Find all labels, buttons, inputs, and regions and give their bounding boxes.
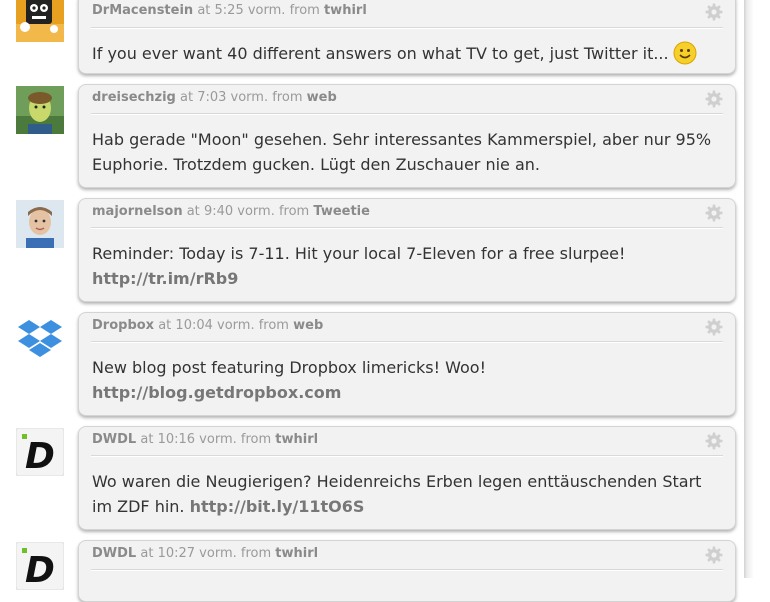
tweet-meta: Dropbox at 10:04 vorm. from web	[92, 318, 323, 333]
tweet-bubble: Dropbox at 10:04 vorm. from web New blog…	[78, 312, 736, 416]
tweet-source[interactable]: twhirl	[275, 546, 318, 561]
dwdl-logo-icon[interactable]: D	[16, 542, 64, 590]
tweet-source[interactable]: twhirl	[324, 3, 367, 18]
tweet-from: from	[272, 90, 303, 105]
gear-icon[interactable]	[705, 90, 723, 108]
tweet-time: 10:04 vorm.	[175, 318, 255, 333]
tweet-meta: majornelson at 9:40 vorm. from Tweetie	[92, 204, 370, 219]
tweet-source[interactable]: twhirl	[275, 432, 318, 447]
tweet-text: If you ever want 40 different answers on…	[92, 44, 669, 63]
tweet-source[interactable]: web	[293, 318, 323, 333]
tweet-text-block: If you ever want 40 different answers on…	[92, 41, 725, 66]
divider	[91, 341, 723, 342]
tweet-time: 5:25 vorm.	[214, 3, 286, 18]
divider	[91, 227, 723, 228]
tweet-username[interactable]: DWDL	[92, 546, 136, 561]
tweet-username[interactable]: Dropbox	[92, 318, 154, 333]
tweet-link[interactable]: http://tr.im/rRb9	[92, 269, 238, 288]
tweet-from: from	[289, 3, 320, 18]
tweet-from: from	[278, 204, 310, 219]
tweet-bubble: DrMacenstein at 5:25 vorm. from twhirl I…	[78, 0, 736, 74]
divider	[91, 27, 723, 28]
tweet-time: 9:40 vorm.	[203, 204, 275, 219]
tweet-meta: dreisechzig at 7:03 vorm. from web	[92, 90, 337, 105]
tweet-from: from	[240, 546, 272, 561]
tweet-link[interactable]: http://bit.ly/11tO6S	[190, 497, 365, 516]
tweet-meta: DWDL at 10:27 vorm. from twhirl	[92, 546, 318, 561]
tweet-username[interactable]: majornelson	[92, 204, 183, 219]
tweet-at: at	[179, 90, 194, 105]
tweet-bubble: DWDL at 10:27 vorm. from twhirl	[78, 540, 736, 602]
tweet-at: at	[140, 432, 154, 447]
tweet-timeline: DrMacenstein at 5:25 vorm. from twhirl I…	[0, 0, 748, 602]
tweet-text-block: New blog post featuring Dropbox limerick…	[92, 355, 725, 405]
tweet-text-block: Hab gerade "Moon" gesehen. Sehr interess…	[92, 127, 725, 177]
dwdl-logo-icon[interactable]: D	[16, 428, 64, 476]
tweet-username[interactable]: DrMacenstein	[92, 3, 193, 18]
tweet-text: Reminder: Today is 7-11. Hit your local …	[92, 244, 626, 263]
tweet-at: at	[186, 204, 200, 219]
divider	[91, 113, 723, 114]
majornelson-avatar-icon[interactable]	[16, 200, 64, 248]
tweet-text-block: Wo waren die Neugierigen? Heidenreichs E…	[92, 469, 725, 519]
tweet-time: 10:27 vorm.	[157, 546, 237, 561]
tweet-text: Wo waren die Neugierigen? Heidenreichs E…	[92, 472, 702, 516]
tweet-source[interactable]: web	[307, 90, 337, 105]
gear-icon[interactable]	[705, 318, 723, 336]
svg-text:D: D	[25, 436, 55, 476]
svg-text:D: D	[25, 550, 55, 590]
tweet-at: at	[158, 318, 172, 333]
smiley-emoji-icon	[673, 41, 697, 65]
divider	[91, 569, 723, 570]
tweet-text: New blog post featuring Dropbox limerick…	[92, 358, 486, 377]
tweet-time: 7:03 vorm.	[197, 90, 269, 105]
gear-icon[interactable]	[705, 204, 723, 222]
tweet-time: 10:16 vorm.	[157, 432, 237, 447]
tweet-bubble: DWDL at 10:16 vorm. from twhirl Wo waren…	[78, 426, 736, 530]
tweet-from: from	[258, 318, 289, 333]
window-edge	[744, 0, 770, 578]
dreisechzig-avatar-icon[interactable]	[16, 86, 64, 134]
drmacenstein-avatar-icon[interactable]	[16, 0, 64, 42]
tweet-username[interactable]: DWDL	[92, 432, 136, 447]
tweet-from: from	[240, 432, 272, 447]
gear-icon[interactable]	[705, 432, 723, 450]
tweet-source[interactable]: Tweetie	[313, 204, 370, 219]
tweet-username[interactable]: dreisechzig	[92, 90, 176, 105]
tweet-text: Hab gerade "Moon" gesehen. Sehr interess…	[92, 130, 712, 174]
tweet-meta: DrMacenstein at 5:25 vorm. from twhirl	[92, 3, 367, 18]
tweet-bubble: dreisechzig at 7:03 vorm. from web Hab g…	[78, 84, 736, 188]
tweet-text-block: Reminder: Today is 7-11. Hit your local …	[92, 241, 725, 291]
tweet-link[interactable]: http://blog.getdropbox.com	[92, 383, 341, 402]
tweet-at: at	[140, 546, 154, 561]
divider	[91, 455, 723, 456]
gear-icon[interactable]	[705, 546, 723, 564]
tweet-meta: DWDL at 10:16 vorm. from twhirl	[92, 432, 318, 447]
gear-icon[interactable]	[705, 3, 723, 21]
dropbox-logo-icon[interactable]	[16, 314, 64, 362]
tweet-bubble: majornelson at 9:40 vorm. from Tweetie R…	[78, 198, 736, 302]
tweet-at: at	[197, 3, 211, 18]
